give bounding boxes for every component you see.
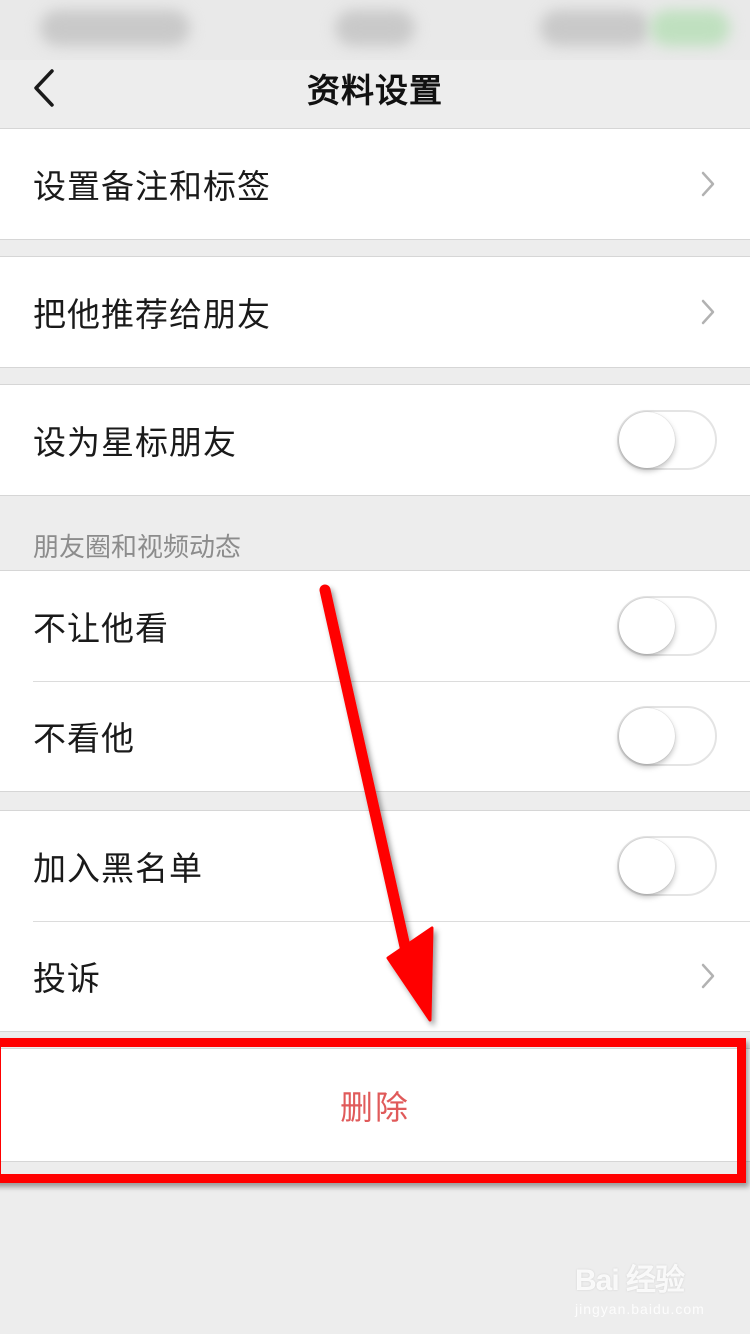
watermark-url: jingyan.baidu.com (575, 1301, 705, 1317)
annotation-arrow (319, 584, 434, 1022)
watermark-logo: Bai 经验 (575, 1264, 685, 1297)
baidu-watermark: Bai 经验 jingyan.baidu.com (575, 1255, 745, 1325)
